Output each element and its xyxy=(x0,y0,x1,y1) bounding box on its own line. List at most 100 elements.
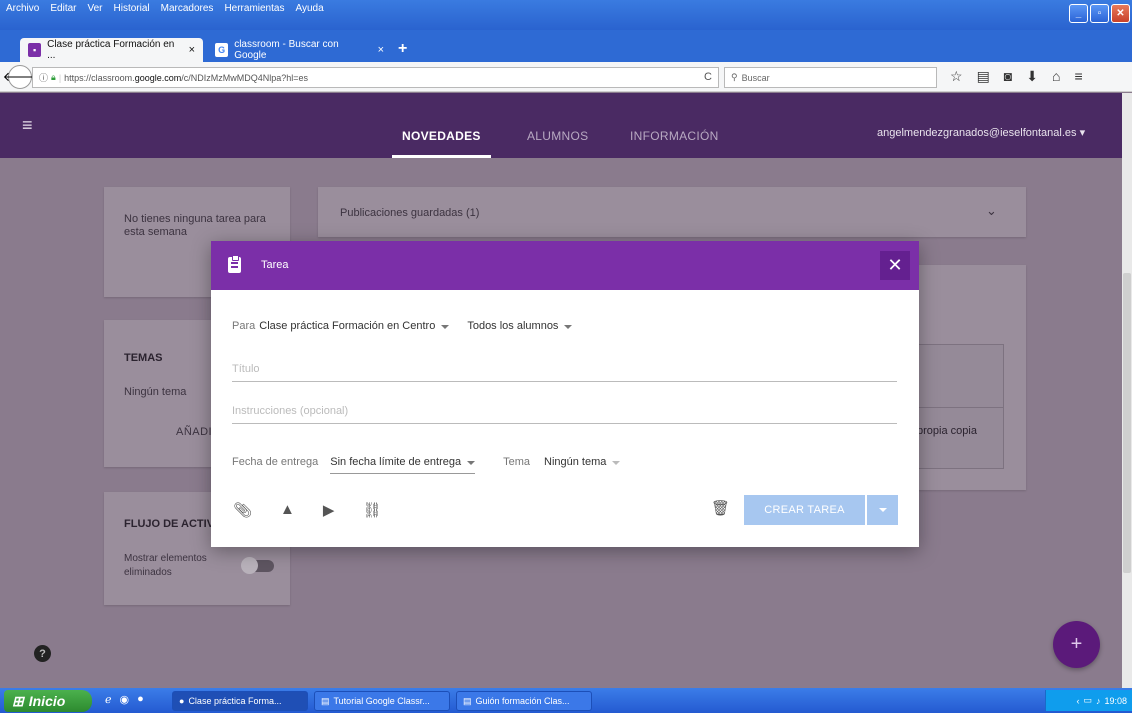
menu-bar: Archivo Editar Ver Historial Marcadores … xyxy=(0,0,1132,30)
close-icon[interactable]: ✕ xyxy=(880,251,910,280)
dialog-title: Tarea xyxy=(261,259,289,271)
topics-empty-text: Ningún tema xyxy=(124,386,187,398)
account-menu[interactable]: angelmendezgranados@ieselfontanal.es ▾ xyxy=(877,126,1085,139)
ie-icon[interactable]: ℯ xyxy=(105,693,112,706)
due-date-label: Fecha de entrega xyxy=(232,456,319,468)
volume-icon[interactable]: ♪ xyxy=(1096,696,1101,706)
tab-alumnos[interactable]: ALUMNOS xyxy=(527,129,588,143)
menu-ver[interactable]: Ver xyxy=(87,3,102,14)
help-icon[interactable]: ? xyxy=(34,645,51,662)
chevron-down-icon xyxy=(612,461,621,465)
download-icon[interactable]: ⬇ xyxy=(1026,68,1038,85)
restore-button[interactable]: ▫ xyxy=(1090,4,1109,23)
url-text: https://classroom.google.com/c/NDIzMzMwM… xyxy=(64,72,308,83)
home-icon[interactable]: ⌂ xyxy=(1052,68,1060,85)
word-icon: ▤ xyxy=(321,695,330,706)
pocket-icon[interactable]: ◙ xyxy=(1004,68,1012,85)
dialog-header: Tarea ✕ xyxy=(211,241,919,290)
attachment-icon[interactable]: 📎︎ xyxy=(233,501,252,519)
search-input[interactable]: ⚲ Buscar xyxy=(724,67,937,88)
tab-close-icon[interactable]: × xyxy=(189,44,195,56)
add-topic-button[interactable]: AÑADI xyxy=(176,426,212,438)
stream-title: FLUJO DE ACTIV xyxy=(124,518,215,530)
navigation-bar: 🡐 ⓘ 🔒︎ | https://classroom.google.com/c/… xyxy=(0,62,1132,92)
classroom-header: ≡ NOVEDADES ALUMNOS INFORMACIÓN angelmen… xyxy=(0,93,1122,158)
copy-label: propia copia xyxy=(917,425,977,437)
tab-label: Clase práctica Formación en ... xyxy=(47,39,175,61)
bookmark-star-icon[interactable]: ☆ xyxy=(950,68,963,85)
link-icon[interactable]: ⛓︎ xyxy=(362,501,381,519)
topic-select[interactable]: Ningún tema xyxy=(544,456,621,468)
hamburger-menu-icon[interactable]: ≡ xyxy=(1074,68,1082,85)
saved-posts-card[interactable]: Publicaciones guardadas (1) ⌄ xyxy=(318,187,1026,237)
page-scrollbar[interactable] xyxy=(1122,93,1132,688)
saved-posts-label: Publicaciones guardadas (1) xyxy=(340,207,480,219)
toggle-knob xyxy=(241,557,258,574)
topic-label: Tema xyxy=(503,456,530,468)
task-firefox[interactable]: ● Clase práctica Forma... xyxy=(172,691,308,711)
menu-marcadores[interactable]: Marcadores xyxy=(161,3,214,14)
window-close-button[interactable]: ✕ xyxy=(1111,4,1130,23)
chevron-down-icon[interactable]: ⌄ xyxy=(986,203,997,219)
google-drive-icon[interactable]: ▲ xyxy=(280,501,295,519)
no-tasks-text: No tienes ninguna tarea para esta semana xyxy=(124,213,266,238)
create-options-dropdown[interactable] xyxy=(867,495,898,525)
search-placeholder: Buscar xyxy=(741,72,770,83)
menu-ayuda[interactable]: Ayuda xyxy=(295,3,323,14)
firefox-icon[interactable]: ● xyxy=(137,693,144,706)
menu-herramientas[interactable]: Herramientas xyxy=(224,3,284,14)
google-favicon-icon: G xyxy=(215,43,229,57)
new-tab-button[interactable]: + xyxy=(398,40,407,58)
create-task-button[interactable]: CREAR TAREA xyxy=(744,495,865,525)
menu-archivo[interactable]: Archivo xyxy=(6,3,39,14)
minimize-button[interactable]: _ xyxy=(1069,4,1088,23)
divider xyxy=(915,407,1003,408)
clock[interactable]: 19:08 xyxy=(1104,696,1127,706)
word-icon: ▤ xyxy=(463,695,472,706)
tab-label: classroom - Buscar con Google xyxy=(234,39,339,61)
instructions-input[interactable]: Instrucciones (opcional) xyxy=(232,405,897,424)
start-button[interactable]: ⊞ Inicio xyxy=(4,690,92,712)
tray-arrow-icon[interactable]: ‹ xyxy=(1076,696,1079,706)
classroom-favicon-icon: ▪ xyxy=(28,43,42,57)
class-select[interactable]: Clase práctica Formación en Centro xyxy=(259,320,450,332)
tab-strip: ▪ Clase práctica Formación en ... × G cl… xyxy=(0,30,1132,62)
show-deleted-label: Mostrar elementos eliminados xyxy=(124,553,207,578)
reload-icon[interactable]: C xyxy=(704,71,712,83)
windows-taskbar: ⊞ Inicio ℯ ◉ ● ● Clase práctica Forma... ▤… xyxy=(0,688,1132,713)
trash-icon[interactable]: 🗑︎ xyxy=(711,499,730,517)
youtube-icon[interactable]: ▶ xyxy=(323,501,335,519)
title-input[interactable]: Título xyxy=(232,363,897,382)
attachment-box: propia copia xyxy=(914,344,1004,469)
chevron-down-icon xyxy=(878,508,887,512)
due-date-select[interactable]: Sin fecha límite de entrega xyxy=(330,456,476,474)
scrollbar-thumb[interactable] xyxy=(1123,273,1131,573)
menu-historial[interactable]: Historial xyxy=(114,3,150,14)
tab-classroom[interactable]: ▪ Clase práctica Formación en ... × xyxy=(20,38,203,62)
task-word-tutorial[interactable]: ▤ Tutorial Google Classr... xyxy=(314,691,450,711)
students-select[interactable]: Todos los alumnos xyxy=(467,320,573,332)
chevron-down-icon xyxy=(564,325,573,329)
info-icon[interactable]: ⓘ xyxy=(39,71,48,84)
tab-google-search[interactable]: G classroom - Buscar con Google × xyxy=(207,38,392,62)
hamburger-menu-icon[interactable]: ≡ xyxy=(22,115,33,136)
search-icon: ⚲ xyxy=(731,72,738,82)
bookmarks-list-icon[interactable]: ▤ xyxy=(977,68,990,85)
chrome-icon[interactable]: ◉ xyxy=(120,693,130,706)
task-word-guion[interactable]: ▤ Guión formación Clas... xyxy=(456,691,592,711)
tab-informacion[interactable]: INFORMACIÓN xyxy=(630,129,719,143)
topics-title: TEMAS xyxy=(124,352,163,364)
tab-close-icon[interactable]: × xyxy=(378,44,384,56)
menu-editar[interactable]: Editar xyxy=(50,3,76,14)
network-icon[interactable]: ▭ xyxy=(1083,695,1092,706)
task-dialog: Tarea ✕ Para Clase práctica Formación en… xyxy=(211,241,919,547)
add-fab-button[interactable]: + xyxy=(1053,621,1100,668)
chevron-down-icon xyxy=(441,325,450,329)
chevron-down-icon xyxy=(467,461,476,465)
lock-icon: 🔒︎ xyxy=(51,72,56,82)
tab-novedades[interactable]: NOVEDADES xyxy=(392,129,491,158)
firefox-icon: ● xyxy=(179,696,185,706)
back-button[interactable]: 🡐 xyxy=(3,65,37,89)
url-field[interactable]: ⓘ 🔒︎ | https://classroom.google.com/c/ND… xyxy=(32,67,719,88)
to-label: Para xyxy=(232,320,256,332)
